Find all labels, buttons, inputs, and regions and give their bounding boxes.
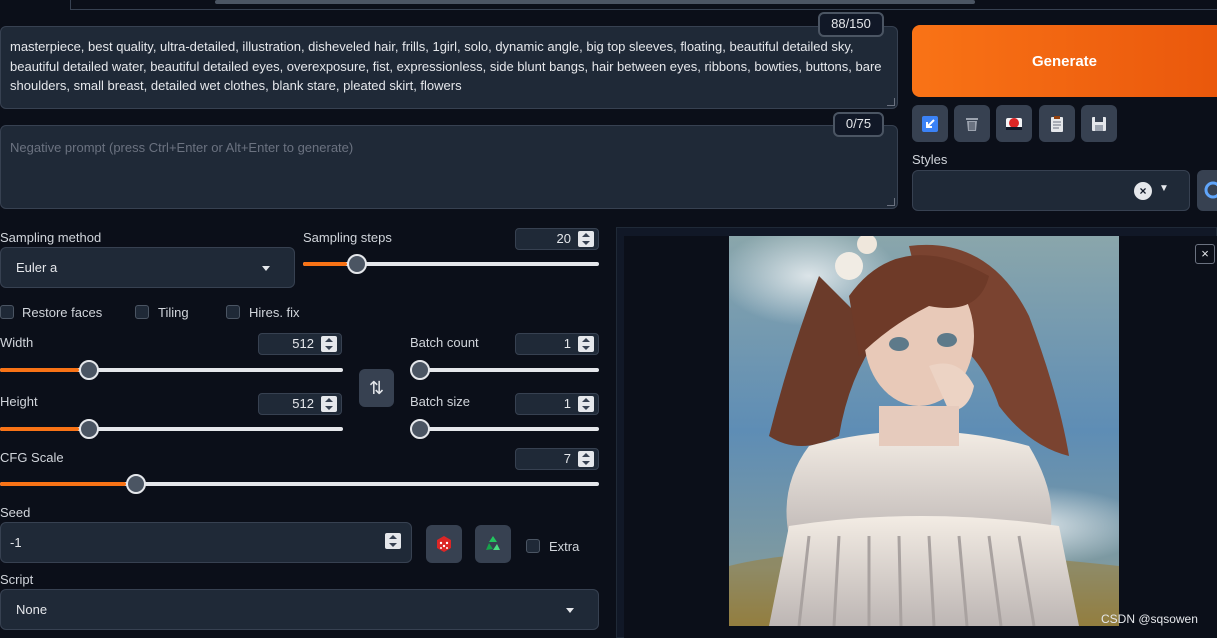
restore-faces-checkbox[interactable]: [0, 305, 14, 319]
tiling-checkbox[interactable]: [135, 305, 149, 319]
trash-icon: [966, 117, 978, 131]
slider-fill: [0, 482, 126, 486]
stepper-icon[interactable]: [578, 231, 594, 247]
generated-image[interactable]: [729, 236, 1119, 626]
slider-knob[interactable]: [125, 474, 146, 494]
resize-handle[interactable]: [887, 198, 895, 206]
restore-faces-label: Restore faces: [22, 305, 103, 320]
stepper-icon[interactable]: [321, 396, 337, 412]
dice-icon: [437, 536, 451, 552]
reuse-seed-button[interactable]: [475, 525, 511, 563]
stepper-icon[interactable]: [321, 336, 337, 352]
slider-knob[interactable]: [410, 360, 430, 380]
height-value: 512: [292, 396, 314, 411]
show-extra-networks-button[interactable]: [996, 105, 1032, 142]
hires-fix-label: Hires. fix: [249, 305, 300, 320]
styles-dropdown[interactable]: × ▼: [912, 170, 1190, 211]
slider-fill: [303, 262, 348, 266]
refresh-icon: [1204, 181, 1217, 199]
chevron-down-icon: [566, 608, 574, 613]
prompt-token-counter: 88/150: [818, 12, 884, 37]
script-label: Script: [0, 572, 34, 587]
cfg-scale-label: CFG Scale: [0, 450, 64, 465]
stepper-icon[interactable]: [578, 396, 594, 412]
tiling-label: Tiling: [158, 305, 189, 320]
script-value: None: [16, 602, 48, 617]
styles-label: Styles: [912, 152, 948, 167]
extra-checkbox[interactable]: [526, 539, 540, 553]
save-icon: [1092, 116, 1106, 131]
close-image-button[interactable]: ×: [1195, 244, 1215, 264]
extra-label: Extra: [549, 539, 580, 554]
clear-icon[interactable]: ×: [1134, 182, 1152, 200]
sampling-method-label: Sampling method: [0, 230, 102, 245]
batch-count-label: Batch count: [410, 335, 479, 350]
generate-button[interactable]: Generate: [912, 25, 1217, 97]
watermark: CSDN @sqsowen: [1101, 612, 1198, 626]
prompt-textarea[interactable]: masterpiece, best quality, ultra-detaile…: [0, 26, 898, 109]
read-params-button[interactable]: [912, 105, 948, 142]
slider-fill: [0, 427, 79, 431]
prompt-text: masterpiece, best quality, ultra-detaile…: [10, 39, 882, 93]
cfg-scale-slider[interactable]: [0, 474, 599, 494]
arrow-icon: [922, 115, 938, 132]
stepper-icon[interactable]: [578, 336, 594, 352]
sampling-steps-value: 20: [556, 231, 571, 246]
clipboard-icon: [1051, 115, 1063, 132]
sampling-method-value: Euler a: [16, 260, 58, 275]
generated-image-art: [729, 236, 1119, 626]
chevron-down-icon: [262, 266, 270, 271]
sampling-steps-slider[interactable]: [303, 254, 599, 274]
negative-token-counter: 0/75: [833, 112, 884, 137]
batch-count-input[interactable]: 1: [515, 333, 599, 355]
refresh-styles-button[interactable]: [1197, 170, 1217, 211]
height-slider[interactable]: [0, 419, 343, 439]
chevron-down-icon: ▼: [1159, 183, 1169, 194]
height-input[interactable]: 512: [258, 393, 342, 415]
width-value: 512: [292, 336, 314, 351]
slider-knob[interactable]: [347, 254, 368, 274]
batch-size-label: Batch size: [410, 394, 470, 409]
batch-size-slider[interactable]: [410, 419, 599, 439]
red-circle-icon: [1006, 117, 1022, 130]
height-label: Height: [0, 394, 38, 409]
seed-input[interactable]: -1: [0, 522, 412, 563]
width-label: Width: [0, 335, 34, 350]
random-seed-button[interactable]: [426, 525, 462, 563]
stepper-icon[interactable]: [578, 451, 594, 467]
negative-prompt-textarea[interactable]: Negative prompt (press Ctrl+Enter or Alt…: [0, 125, 898, 209]
recycle-icon: [486, 536, 500, 550]
slider-knob[interactable]: [410, 419, 430, 439]
seed-label: Seed: [0, 505, 31, 520]
batch-count-slider[interactable]: [410, 360, 599, 380]
slider-knob[interactable]: [78, 419, 99, 439]
slider-knob[interactable]: [78, 360, 99, 380]
cfg-scale-value: 7: [563, 451, 571, 466]
negative-prompt-placeholder: Negative prompt (press Ctrl+Enter or Alt…: [10, 140, 354, 155]
hires-fix-checkbox[interactable]: [226, 305, 240, 319]
batch-count-value: 1: [563, 336, 571, 351]
scroll-thumb[interactable]: [215, 0, 975, 4]
sampling-steps-label: Sampling steps: [303, 230, 392, 245]
width-input[interactable]: 512: [258, 333, 342, 355]
width-slider[interactable]: [0, 360, 343, 380]
swap-icon: ⇅: [368, 377, 385, 398]
stepper-icon[interactable]: [385, 533, 401, 549]
batch-size-input[interactable]: 1: [515, 393, 599, 415]
apply-style-button[interactable]: [1039, 105, 1075, 142]
script-select[interactable]: None: [0, 589, 599, 630]
slider-fill: [0, 368, 79, 372]
clear-prompt-button[interactable]: [954, 105, 990, 142]
save-style-button[interactable]: [1081, 105, 1117, 142]
swap-dimensions-button[interactable]: ⇅: [359, 369, 394, 407]
resize-handle[interactable]: [887, 98, 895, 106]
cfg-scale-input[interactable]: 7: [515, 448, 599, 470]
sampling-steps-input[interactable]: 20: [515, 228, 599, 250]
seed-value: -1: [10, 535, 22, 550]
top-scrollbar[interactable]: [0, 0, 1217, 12]
sampling-method-select[interactable]: Euler a: [0, 247, 295, 288]
batch-size-value: 1: [563, 396, 571, 411]
